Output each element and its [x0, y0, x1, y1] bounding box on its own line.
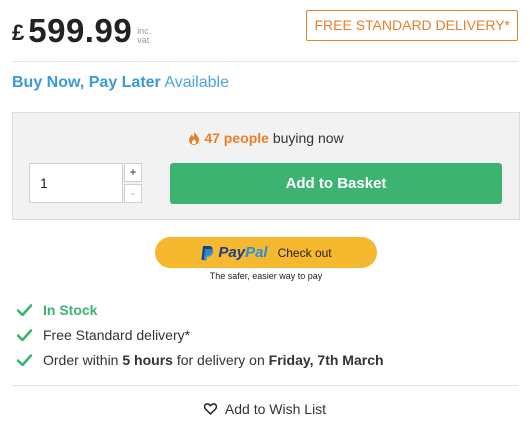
paypal-pay: Pay — [218, 244, 246, 261]
quantity-stepper: + - — [124, 163, 142, 203]
feature-in-stock: In Stock — [17, 300, 97, 320]
bnpl-available: Available — [164, 74, 229, 91]
check-icon — [17, 329, 32, 341]
free-delivery-label: Free Standard delivery* — [43, 327, 191, 343]
quantity-input[interactable]: 1 — [29, 163, 123, 203]
flame-icon — [189, 131, 200, 145]
order-within-text: Order within 5 hours for delivery on Fri… — [43, 352, 384, 368]
check-icon — [17, 304, 32, 316]
add-to-basket-button[interactable]: Add to Basket — [170, 163, 502, 204]
divider — [12, 61, 518, 62]
order-hours: 5 hours — [122, 352, 173, 368]
paypal-icon — [201, 245, 214, 260]
buying-now-indicator: 47 people buying now — [13, 130, 519, 146]
paypal-logo-text: PayPal — [218, 244, 267, 261]
buying-count: 47 people — [204, 130, 269, 146]
add-to-wishlist-link[interactable]: Add to Wish List — [0, 401, 530, 417]
feature-free-delivery: Free Standard delivery* — [17, 325, 190, 345]
price-display: £ 599.99 inc. vat — [12, 14, 151, 48]
price-amount: 599.99 — [28, 12, 133, 49]
buying-suffix: buying now — [272, 130, 344, 146]
order-middle: for delivery on — [176, 352, 265, 368]
increase-quantity-button[interactable]: + — [124, 163, 142, 182]
paypal-checkout-button[interactable]: PayPal Check out — [155, 237, 377, 268]
currency-symbol: £ — [12, 20, 25, 45]
order-date: Friday, 7th March — [268, 352, 384, 368]
vat-label: vat — [137, 35, 150, 45]
purchase-panel: 47 people buying now 1 + - Add to Basket — [12, 112, 520, 220]
free-delivery-badge: FREE STANDARD DELIVERY* — [306, 10, 518, 41]
heart-icon — [203, 403, 217, 415]
bnpl-strong: Buy Now, Pay Later — [12, 74, 161, 91]
decrease-quantity-button[interactable]: - — [124, 184, 142, 203]
feature-delivery-date: Order within 5 hours for delivery on Fri… — [17, 350, 384, 370]
inc-vat-label: inc. vat — [137, 27, 151, 45]
buy-now-pay-later-link[interactable]: Buy Now, Pay Later Available — [12, 74, 229, 92]
paypal-tagline: The safer, easier way to pay — [209, 271, 323, 281]
paypal-pal: Pal — [245, 244, 268, 261]
divider — [12, 385, 518, 386]
order-prefix: Order within — [43, 352, 119, 368]
check-icon — [17, 354, 32, 366]
in-stock-label: In Stock — [43, 302, 98, 318]
paypal-checkout-label: Check out — [277, 245, 332, 260]
wishlist-label: Add to Wish List — [224, 401, 327, 417]
